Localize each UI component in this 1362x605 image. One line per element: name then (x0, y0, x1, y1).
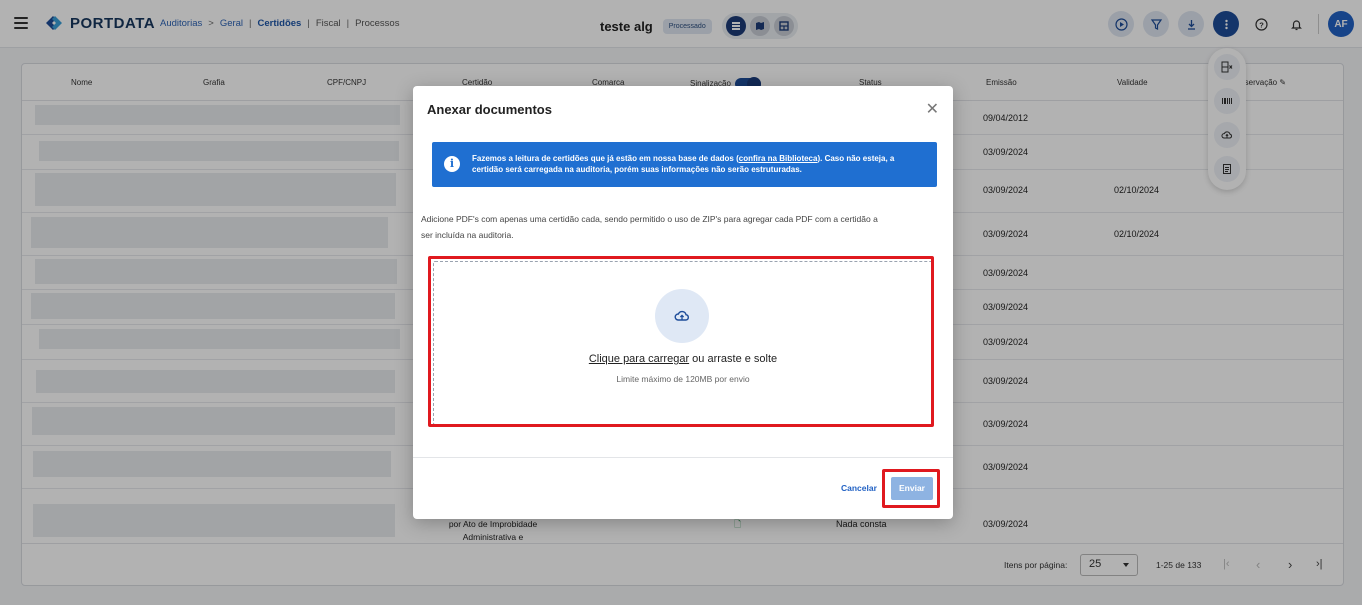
attach-documents-modal: Anexar documentos ✕ i Fazemos a leitura … (413, 86, 953, 519)
send-button[interactable]: Enviar (891, 477, 933, 500)
upload-button[interactable] (655, 289, 709, 343)
drag-drop-text: ou arraste e solte (689, 353, 778, 365)
click-to-upload-link[interactable]: Clique para carregar (589, 353, 689, 365)
info-text: Fazemos a leitura de certidões que já es… (472, 154, 927, 175)
cloud-upload-icon (674, 310, 689, 321)
dropzone-text: Clique para carregar ou arraste e solte (413, 353, 953, 365)
info-text-part1: Fazemos a leitura de certidões que já es… (472, 154, 739, 163)
info-banner: i Fazemos a leitura de certidões que já … (432, 142, 937, 187)
info-icon: i (444, 156, 460, 172)
upload-description: Adicione PDF's com apenas uma certidão c… (421, 214, 878, 240)
library-link[interactable]: confira na Biblioteca (739, 154, 818, 163)
cancel-button[interactable]: Cancelar (841, 483, 877, 493)
modal-title: Anexar documentos (427, 102, 552, 117)
close-icon[interactable]: ✕ (926, 102, 939, 118)
modal-footer-divider (413, 457, 953, 458)
upload-limit-text: Limite máximo de 120MB por envio (616, 374, 750, 384)
